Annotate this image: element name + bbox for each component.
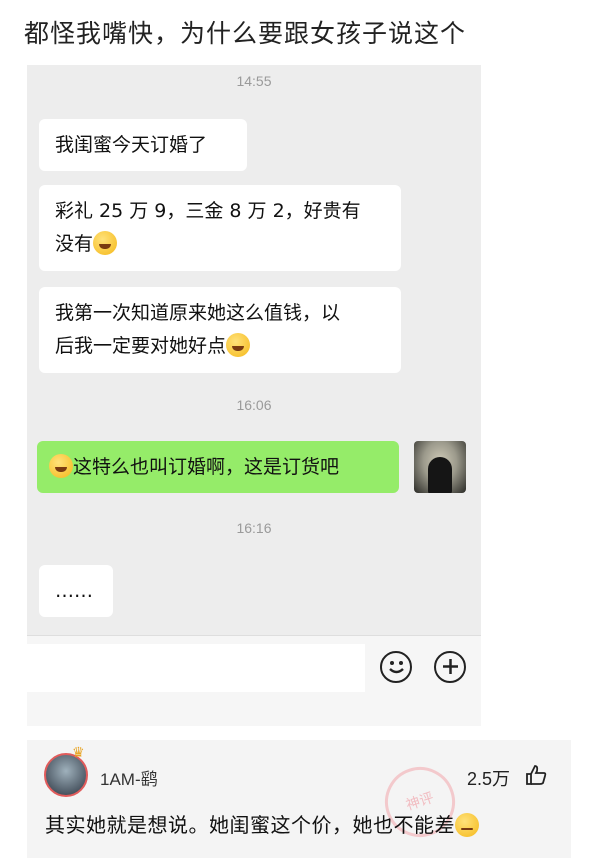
message-text-line: 没有 bbox=[55, 233, 94, 255]
timestamp: 14:55 bbox=[236, 73, 272, 89]
comment-username[interactable]: 1AM-鹞 bbox=[100, 765, 158, 790]
plus-circle-icon[interactable] bbox=[434, 651, 466, 683]
timestamp: 16:16 bbox=[236, 520, 272, 536]
comment-text: 其实她就是想说。她闺蜜这个价，她也不能差 bbox=[45, 809, 479, 838]
message-bubble-received: 我第一次知道原来她这么值钱，以 后我一定要对她好点 bbox=[39, 287, 401, 373]
smiley-face-icon[interactable] bbox=[380, 651, 412, 683]
top-comment: ♛ 1AM-鹞 神评 2.5万 其实她就是想说。她闺蜜这个价，她也不能差 bbox=[27, 740, 571, 858]
eye-roll-emoji-icon bbox=[455, 813, 479, 837]
message-text: 这特么也叫订婚啊，这是订货吧 bbox=[73, 456, 340, 478]
like-count: 2.5万 bbox=[467, 769, 511, 789]
timestamp: 16:06 bbox=[236, 397, 272, 413]
message-text-line: 彩礼 25 万 9，三金 8 万 2，好贵有 bbox=[55, 200, 361, 222]
chat-screenshot: 14:55 我闺蜜今天订婚了 彩礼 25 万 9，三金 8 万 2，好贵有 没有… bbox=[27, 65, 481, 726]
laugh-cry-emoji-icon bbox=[93, 231, 118, 255]
chat-input-bar bbox=[27, 635, 481, 726]
message-bubble-received: 我闺蜜今天订婚了 bbox=[39, 119, 247, 171]
message-input[interactable] bbox=[27, 644, 365, 692]
message-text: 我闺蜜今天订婚了 bbox=[55, 134, 208, 156]
message-bubble-received: 彩礼 25 万 9，三金 8 万 2，好贵有 没有 bbox=[39, 185, 401, 271]
message-text: …… bbox=[55, 580, 93, 602]
laugh-cry-emoji-icon bbox=[226, 333, 251, 357]
crown-icon: ♛ bbox=[72, 745, 85, 761]
thumbs-up-icon[interactable] bbox=[525, 764, 547, 786]
message-text-line: 我第一次知道原来她这么值钱，以 bbox=[55, 302, 341, 324]
post-title: 都怪我嘴快，为什么要跟女孩子说这个 bbox=[24, 19, 467, 48]
avatar[interactable] bbox=[414, 441, 466, 493]
message-bubble-sent: 这特么也叫订婚啊，这是订货吧 bbox=[37, 441, 399, 493]
message-bubble-received: …… bbox=[39, 565, 113, 617]
laugh-cry-emoji-icon bbox=[49, 454, 73, 478]
message-text-line: 后我一定要对她好点 bbox=[55, 335, 227, 357]
